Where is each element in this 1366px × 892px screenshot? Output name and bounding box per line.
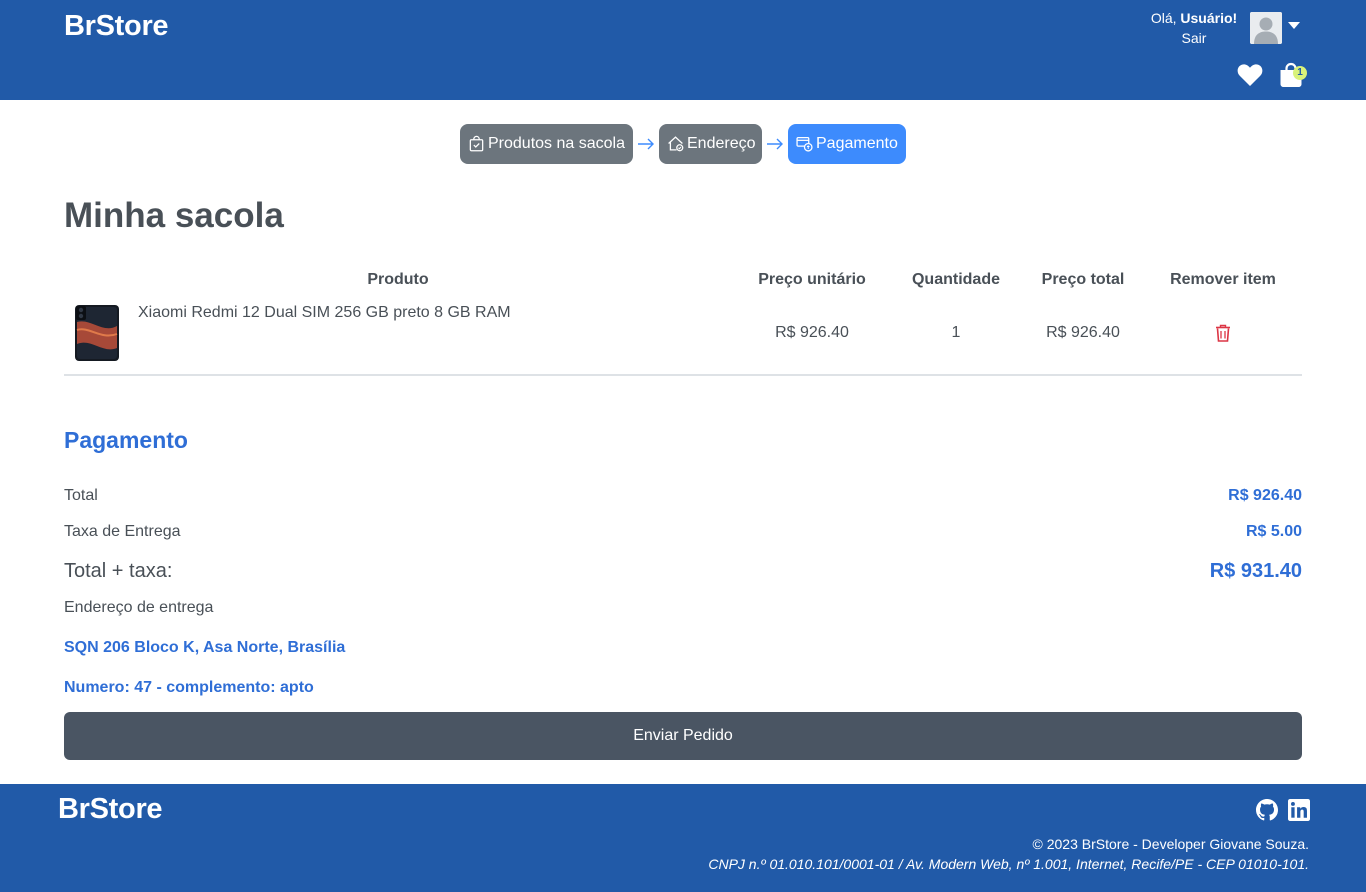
column-header-remover-item: Remover item	[1170, 271, 1276, 288]
submit-order-button[interactable]: Enviar Pedido	[64, 712, 1302, 760]
product-name[interactable]: Xiaomi Redmi 12 Dual SIM 256 GB preto 8 …	[138, 304, 511, 322]
total-label: Total	[64, 487, 98, 504]
arrow-right-icon	[767, 138, 783, 150]
greeting-prefix: Olá,	[1150, 10, 1177, 26]
user-avatar[interactable]	[1250, 12, 1282, 44]
footer: BrStore © 2023 BrStore - Developer Giova…	[0, 784, 1366, 892]
grand-total-value: R$ 931.40	[1209, 560, 1302, 582]
step-label: Produtos na sacola	[488, 135, 625, 152]
step-endereco[interactable]: Endereço	[659, 124, 762, 164]
address-line-number: Numero: 47 - complemento: apto	[64, 679, 314, 696]
column-header-preco-unitario: Preço unitário	[758, 271, 866, 288]
user-greeting: Olá, Usuário! Sair	[1120, 9, 1268, 48]
column-header-preco-total: Preço total	[1041, 271, 1125, 288]
github-icon[interactable]	[1256, 799, 1278, 821]
top-navbar: BrStore Olá, Usuário! Sair 1	[0, 0, 1366, 100]
address-line-street: SQN 206 Bloco K, Asa Norte, Brasília	[64, 639, 346, 656]
brand-logo[interactable]: BrStore	[64, 10, 169, 43]
trash-icon[interactable]	[1215, 324, 1231, 342]
column-header-produto: Produto	[367, 271, 429, 288]
greeting-user: Usuário!	[1180, 10, 1238, 26]
linkedin-icon[interactable]	[1288, 799, 1310, 821]
step-produtos-na-sacola[interactable]: Produtos na sacola	[460, 124, 633, 164]
product-image[interactable]	[73, 304, 121, 362]
caret-down-icon[interactable]	[1288, 22, 1300, 29]
step-label: Endereço	[687, 135, 756, 152]
footer-brand: BrStore	[58, 793, 163, 825]
arrow-right-icon	[638, 138, 654, 150]
payment-icon	[796, 137, 813, 152]
company-info: CNPJ n.º 01.010.101/0001-01 / Av. Modern…	[708, 856, 1309, 872]
bag-check-icon	[469, 135, 484, 152]
unit-price: R$ 926.40	[775, 324, 849, 341]
delivery-fee-value: R$ 5.00	[1245, 523, 1302, 540]
column-header-quantidade: Quantidade	[911, 271, 1000, 288]
payment-title: Pagamento	[64, 427, 188, 453]
step-pagamento[interactable]: Pagamento	[788, 124, 906, 164]
row-divider	[64, 374, 1302, 376]
delivery-fee-label: Taxa de Entrega	[64, 523, 181, 540]
house-icon	[668, 136, 684, 152]
grand-total-label: Total + taxa:	[64, 560, 173, 582]
person-icon	[1250, 12, 1282, 44]
step-label: Pagamento	[816, 135, 898, 152]
cart-count-badge: 1	[1293, 66, 1307, 80]
heart-icon[interactable]	[1237, 63, 1263, 87]
total-price: R$ 926.40	[1046, 324, 1120, 341]
copyright-text: © 2023 BrStore - Developer Giovane Souza…	[1032, 836, 1309, 852]
total-value: R$ 926.40	[1228, 487, 1302, 504]
quantity: 1	[951, 324, 961, 341]
checkout-stepper: Produtos na sacola Endereço Pagamento	[0, 124, 1366, 164]
delivery-address-label: Endereço de entrega	[64, 599, 214, 616]
page-title: Minha sacola	[64, 196, 284, 235]
logout-link[interactable]: Sair	[1120, 29, 1268, 48]
